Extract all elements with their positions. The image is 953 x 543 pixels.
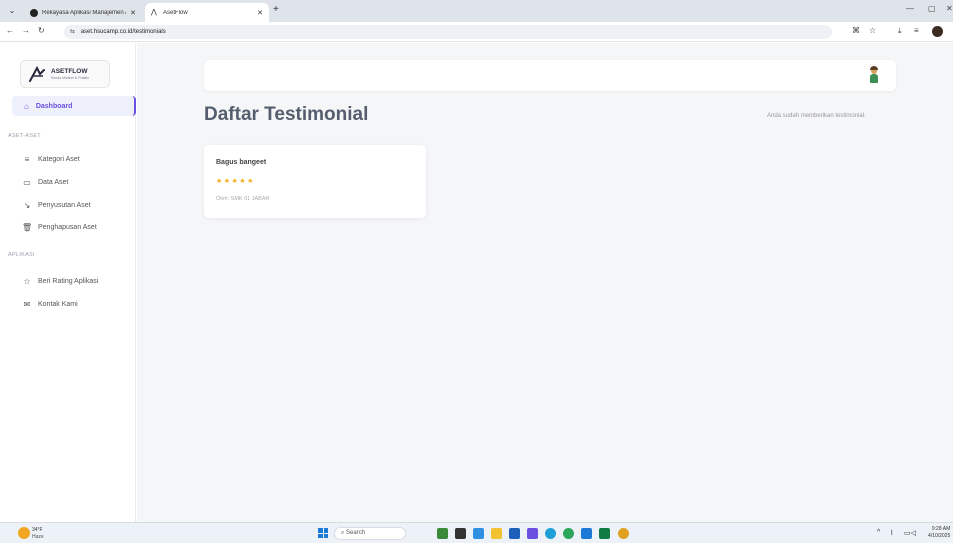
home-icon: ⌂ [24, 101, 29, 111]
sidebar-item-kontak-kami[interactable]: ✉ Kontak Kami [22, 300, 78, 309]
tray-chevron-icon[interactable]: ^ [877, 529, 880, 536]
tab-close-icon[interactable]: ✕ [130, 9, 136, 17]
app-icon-file-explorer[interactable] [491, 528, 502, 539]
app-icon-chrome[interactable] [563, 528, 574, 539]
folder-icon: ▭ [23, 178, 31, 187]
url-text: aset.hsucamp.co.id/testimonials [80, 29, 166, 35]
close-window-icon[interactable]: ✕ [946, 4, 953, 13]
start-icon[interactable] [318, 528, 328, 538]
minimize-icon[interactable]: — [906, 4, 914, 13]
app-icon-photos[interactable] [527, 528, 538, 539]
asetflow-logo-icon [29, 66, 45, 82]
bookmark-star-icon[interactable]: ☆ [869, 26, 876, 35]
browser-tab-bar: ⌄ Rekayasa Aplikasi Manajemen A ✕ ⋀ Aset… [0, 0, 953, 22]
star-icon: ☆ [23, 277, 31, 286]
sidebar-item-kategori-aset[interactable]: ≡ Kategori Aset [22, 155, 80, 164]
site-settings-icon[interactable]: ⇆ [70, 29, 75, 35]
extensions-icon[interactable]: ≡ [914, 26, 919, 35]
app-icon-vscode[interactable] [581, 528, 592, 539]
new-tab-icon[interactable]: + [273, 4, 279, 15]
sidebar-item-label: Kategori Aset [38, 156, 80, 163]
trend-icon: ↘ [23, 201, 31, 210]
browser-tab-label: AsetFlow [163, 9, 188, 16]
top-navbar [204, 60, 896, 91]
sidebar-item-label: Beri Rating Aplikasi [38, 278, 99, 285]
clock-date: 4/10/2025 [928, 533, 951, 539]
app-logo[interactable]: ASETFLOW Kenda Modern & Praktis [20, 60, 110, 88]
page-title: Daftar Testimonial [204, 104, 369, 125]
network-icon[interactable]: ⌇ [890, 529, 893, 537]
sidebar-item-label: Data Aset [38, 179, 69, 186]
list-icon: ≡ [24, 155, 30, 164]
testimonial-title: Bagus bangeet [216, 159, 267, 166]
trash-icon: 🗑 [22, 223, 33, 232]
app-icon-store[interactable] [509, 528, 520, 539]
weather-icon[interactable] [18, 527, 30, 539]
app-icon-widgets[interactable] [437, 528, 448, 539]
download-icon[interactable]: ⤓ [898, 26, 902, 36]
browser-tab-label: Rekayasa Aplikasi Manajemen A [42, 9, 127, 16]
taskbar-clock[interactable]: 9:28 AM 4/10/2025 [928, 526, 950, 540]
taskbar: 34°F Haze ⌕ Search ^ ⌇ ▭◁ 9:28 AM 4/10/2… [0, 522, 953, 543]
url-field[interactable]: ⇆ aset.hsucamp.co.id/testimonials [64, 25, 832, 39]
sidebar-item-penghapusan-aset[interactable]: 🗑 Penghapusan Aset [22, 223, 97, 232]
sidebar-item-dashboard[interactable]: ⌂ Dashboard [12, 96, 136, 116]
search-label: Search [346, 530, 366, 536]
logo-subtitle: Kenda Modern & Praktis [51, 76, 89, 80]
browser-tab-1[interactable]: Rekayasa Aplikasi Manajemen A ✕ [24, 3, 142, 22]
testimonial-author: Oleh: SMK 01 JABAR [216, 196, 270, 202]
volume-icon[interactable]: ▭◁ [904, 529, 916, 537]
sidebar-item-penyusutan-aset[interactable]: ↘ Penyusutan Aset [22, 201, 91, 210]
asetflow-favicon-icon: ⋀ [151, 8, 157, 16]
main-content: Daftar Testimonial Anda sudah memberikan… [137, 43, 953, 522]
address-bar: ← → ↻ ⇆ aset.hsucamp.co.id/testimonials … [0, 22, 953, 42]
tab-search-icon[interactable]: ⌄ [6, 5, 18, 17]
section-aset: ASET-ASET [8, 133, 41, 139]
app-icon-task-view[interactable] [455, 528, 466, 539]
maximize-icon[interactable]: ▢ [928, 4, 936, 13]
sidebar-item-label: Penyusutan Aset [38, 202, 91, 209]
translate-icon[interactable]: ⌘ [852, 26, 860, 35]
clock-time: 9:28 AM [931, 526, 951, 532]
sidebar: ASETFLOW Kenda Modern & Praktis ⌂ Dashbo… [0, 43, 136, 522]
weather-temp: 34°F [32, 527, 43, 533]
forward-icon[interactable]: → [22, 26, 30, 35]
tab-close-icon[interactable]: ✕ [257, 9, 263, 17]
sidebar-item-data-aset[interactable]: ▭ Data Aset [22, 178, 68, 187]
profile-avatar[interactable] [932, 26, 943, 37]
app-icon-edge[interactable] [545, 528, 556, 539]
back-icon[interactable]: ← [6, 26, 14, 35]
logo-title: ASETFLOW [51, 68, 88, 75]
sidebar-item-label: Dashboard [35, 102, 73, 110]
section-aplikasi: APLIKASI [8, 252, 35, 258]
sidebar-item-label: Kontak Kami [38, 301, 78, 308]
rating-stars: ★★★★★ [216, 178, 255, 185]
app-icon-copilot[interactable] [473, 528, 484, 539]
app-icon-paint[interactable] [618, 528, 629, 539]
reload-icon[interactable]: ↻ [38, 26, 45, 35]
testimonial-card: Bagus bangeet ★★★★★ Oleh: SMK 01 JABAR [204, 145, 426, 218]
taskbar-search[interactable]: ⌕ Search [334, 527, 406, 540]
app-icon-excel[interactable] [599, 528, 610, 539]
tab-favicon-icon [30, 8, 38, 17]
weather-desc: Haze [32, 534, 44, 540]
sidebar-item-beri-rating[interactable]: ☆ Beri Rating Aplikasi [22, 277, 98, 286]
sidebar-item-label: Penghapusan Aset [38, 224, 97, 231]
mail-icon: ✉ [23, 300, 31, 309]
browser-tab-2[interactable]: ⋀ AsetFlow ✕ [145, 3, 269, 22]
testimonial-notice: Anda sudah memberikan testimonial. [767, 113, 866, 119]
user-avatar[interactable] [869, 66, 879, 84]
